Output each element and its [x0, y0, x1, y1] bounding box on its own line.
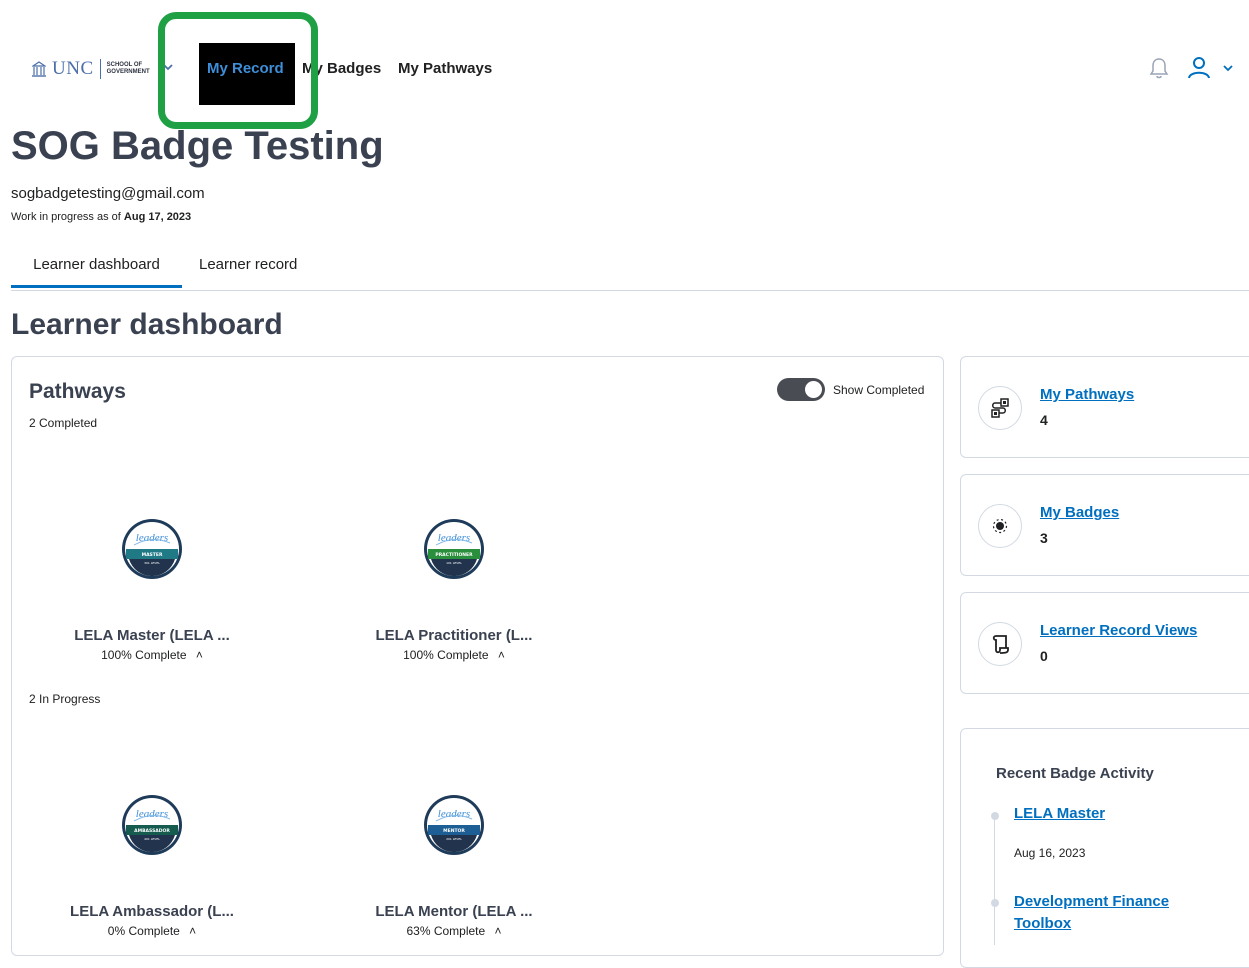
badge-sub-label: 301 LEVEL — [144, 561, 160, 565]
pathway-progress-text: 100% Complete — [101, 648, 187, 662]
pathway-progress: 100% Complete ˄ — [339, 648, 569, 662]
pathway-progress: 100% Complete ˄ — [37, 648, 267, 662]
pathway-card[interactable]: leaders AMBASSADOR 401 LEVEL LELA Ambassado… — [37, 793, 267, 938]
timeline-dot — [991, 812, 999, 820]
badge-icon — [978, 504, 1022, 548]
old-well-icon — [32, 61, 46, 77]
pathway-progress: 63% Complete ˄ — [339, 924, 569, 938]
stat-card-record-views: Learner Record Views 0 — [960, 592, 1249, 694]
badge-level-label: MASTER — [142, 552, 163, 558]
chevron-up-icon[interactable]: ˄ — [193, 648, 203, 662]
progress-date: Aug 17, 2023 — [123, 211, 192, 223]
activity-link-line2: Toolbox — [1014, 915, 1072, 932]
pathway-badge-icon: leadersMENTOR201 LEVEL — [424, 795, 484, 855]
pathway-icon — [978, 386, 1022, 430]
my-badges-count: 3 — [1040, 530, 1048, 546]
activity-link[interactable]: LELA Master — [1014, 803, 1105, 825]
pathway-name[interactable]: LELA Master (LELA ... — [37, 627, 267, 644]
activity-link[interactable]: Development Finance Toolbox — [1014, 891, 1169, 935]
logo-sog-line1: SCHOOL OF — [106, 62, 143, 68]
badge-sub-label: 401 LEVEL — [144, 837, 160, 841]
badge-level-label: AMBASSADOR — [134, 828, 170, 834]
badge-sub-label: 101 LEVEL — [446, 561, 462, 565]
page-title: SOG Badge Testing — [11, 124, 384, 168]
pathway-name[interactable]: LELA Mentor (LELA ... — [339, 903, 569, 920]
activity-date: Aug 16, 2023 — [1014, 846, 1086, 860]
show-completed-toggle[interactable] — [777, 378, 825, 401]
show-completed-label: Show Completed — [833, 383, 925, 397]
pathway-name[interactable]: LELA Practitioner (L... — [339, 627, 569, 644]
logo-sog-text: SCHOOL OF GOVERNMENT — [107, 62, 150, 76]
tab-learner-record[interactable]: Learner record — [199, 256, 297, 285]
pathway-progress-text: 0% Complete — [107, 924, 180, 938]
pathway-badge-icon: leadersMASTER301 LEVEL — [122, 519, 182, 579]
recent-activity-title: Recent Badge Activity — [996, 765, 1154, 782]
section-title: Learner dashboard — [11, 308, 283, 341]
my-pathways-link[interactable]: My Pathways — [1040, 386, 1134, 403]
record-views-link[interactable]: Learner Record Views — [1040, 622, 1197, 639]
pathway-badge-icon: leadersPRACTITIONER101 LEVEL — [424, 519, 484, 579]
stat-card-pathways: My Pathways 4 — [960, 356, 1249, 458]
pathway-card[interactable]: leaders MENTOR 201 LEVEL LELA Mentor (LELA … — [339, 793, 569, 938]
my-pathways-count: 4 — [1040, 412, 1048, 428]
logo-unc-text: UNC — [52, 58, 94, 79]
stat-card-badges: My Badges 3 — [960, 474, 1249, 576]
in-progress-count: 2 In Progress — [29, 692, 101, 706]
user-email: sogbadgetesting@gmail.com — [11, 185, 205, 202]
chevron-up-icon[interactable]: ˄ — [491, 924, 502, 938]
pathway-card[interactable]: leaders PRACTITIONER 101 LEVEL LELA Practit… — [339, 517, 569, 662]
nav-my-pathways[interactable]: My Pathways — [398, 60, 492, 77]
logo-divider — [99, 59, 101, 79]
pathway-progress-text: 63% Complete — [406, 924, 486, 938]
chevron-down-icon[interactable] — [1222, 62, 1234, 74]
progress-note: Work in progress as of Aug 17, 2023 — [11, 211, 191, 223]
badge-level-label: PRACTITIONER — [435, 552, 473, 558]
user-icon[interactable] — [1186, 55, 1212, 81]
highlight-box — [158, 12, 318, 129]
chevron-up-icon[interactable]: ˄ — [495, 648, 505, 662]
timeline-dot — [991, 899, 999, 907]
toggle-knob — [805, 381, 822, 398]
completed-count: 2 Completed — [29, 416, 98, 430]
pathway-progress: 0% Complete ˄ — [37, 924, 267, 938]
badge-level-label: MENTOR — [443, 828, 465, 834]
tab-learner-dashboard[interactable]: Learner dashboard — [11, 256, 182, 288]
timeline-line — [994, 815, 995, 945]
record-views-count: 0 — [1040, 648, 1048, 664]
pathways-heading: Pathways — [29, 380, 126, 403]
scroll-icon — [978, 622, 1022, 666]
logo-sog-line2: GOVERNMENT — [106, 69, 150, 75]
pathway-name[interactable]: LELA Ambassador (L... — [37, 903, 267, 920]
activity-link-line1: Development Finance — [1014, 893, 1170, 910]
tab-bar: Learner dashboard Learner record — [11, 256, 1249, 291]
bell-icon[interactable] — [1148, 56, 1170, 80]
unc-sog-logo[interactable]: UNC SCHOOL OF GOVERNMENT — [32, 58, 150, 80]
pathway-card[interactable]: leaders MASTER 301 LEVEL LELA Master (LELA … — [37, 517, 267, 662]
pathway-progress-text: 100% Complete — [403, 648, 489, 662]
pathway-badge-icon: leadersAMBASSADOR401 LEVEL — [122, 795, 182, 855]
chevron-up-icon[interactable]: ˄ — [186, 924, 196, 938]
my-badges-link[interactable]: My Badges — [1040, 504, 1119, 521]
progress-prefix: Work in progress as of — [11, 211, 124, 223]
badge-sub-label: 201 LEVEL — [446, 837, 462, 841]
